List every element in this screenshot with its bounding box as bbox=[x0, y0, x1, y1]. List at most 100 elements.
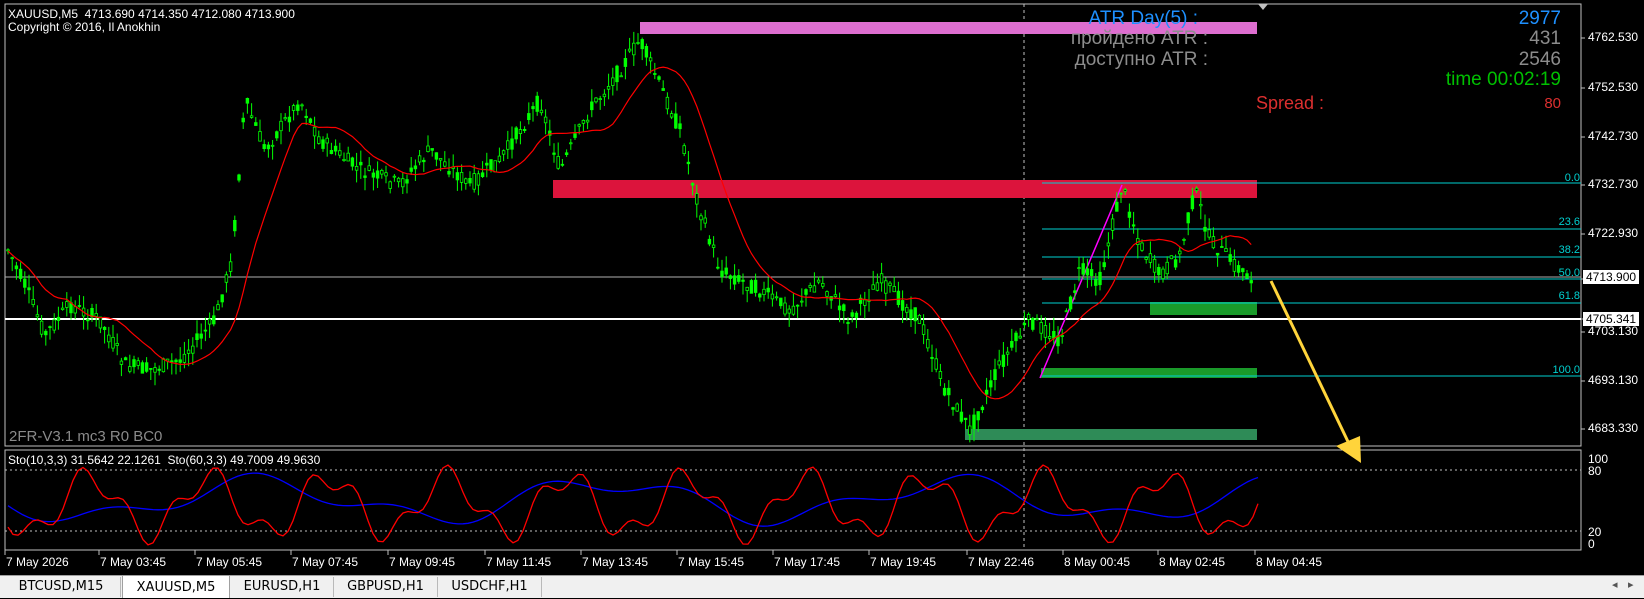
candle bbox=[304, 115, 308, 119]
candle bbox=[1148, 253, 1153, 263]
scroll-left-icon[interactable]: ◂ bbox=[1612, 578, 1618, 591]
tab-btcusd-m15[interactable]: BTCUSD,M15 bbox=[2, 577, 121, 597]
candle bbox=[879, 273, 884, 284]
candle bbox=[590, 101, 594, 111]
candle bbox=[1068, 296, 1073, 310]
candle bbox=[1161, 268, 1165, 280]
fibonacci-retracement[interactable] bbox=[1042, 182, 1581, 377]
time-label: 7 May 13:45 bbox=[582, 555, 649, 569]
candle bbox=[896, 290, 901, 306]
candle bbox=[564, 152, 569, 156]
spread-value: 80 bbox=[1544, 95, 1561, 112]
candle bbox=[18, 268, 23, 279]
candle bbox=[653, 73, 657, 75]
candle bbox=[245, 98, 250, 104]
tab-eurusd-h1[interactable]: EURUSD,H1 bbox=[231, 577, 334, 597]
candle bbox=[98, 316, 103, 329]
candle bbox=[770, 293, 775, 300]
candle bbox=[682, 145, 686, 154]
chart-canvas[interactable] bbox=[0, 0, 1644, 575]
candle bbox=[380, 169, 384, 175]
candle bbox=[934, 358, 938, 370]
time-label: 7 May 07:45 bbox=[292, 555, 359, 569]
candle bbox=[1140, 242, 1144, 251]
candle bbox=[703, 217, 707, 224]
sto-axis-label: 0 bbox=[1588, 537, 1595, 551]
atr-label: ATR Day(5) : bbox=[1088, 8, 1198, 29]
candle bbox=[1144, 257, 1148, 260]
candle bbox=[1165, 261, 1169, 275]
fib-label-38-2: 38.2 bbox=[1558, 244, 1580, 256]
candle bbox=[1224, 248, 1228, 252]
candle bbox=[1098, 271, 1102, 286]
candle bbox=[329, 149, 334, 154]
candle bbox=[854, 312, 859, 319]
candle bbox=[447, 170, 451, 175]
candle bbox=[220, 294, 224, 303]
candle bbox=[779, 297, 783, 307]
candle bbox=[665, 96, 670, 110]
candle bbox=[443, 161, 447, 167]
candle bbox=[489, 159, 493, 171]
candle bbox=[371, 172, 376, 178]
candle bbox=[48, 326, 52, 329]
candle bbox=[1203, 226, 1207, 232]
candle bbox=[1220, 246, 1224, 248]
shift-marker-icon[interactable] bbox=[1258, 4, 1268, 10]
candle bbox=[716, 266, 720, 269]
time-label: 8 May 02:45 bbox=[1159, 555, 1226, 569]
candle bbox=[39, 320, 44, 335]
candle bbox=[317, 136, 321, 144]
scroll-right-icon[interactable]: ▸ bbox=[1628, 578, 1634, 591]
tab-gbpusd-h1[interactable]: GBPUSD,H1 bbox=[334, 577, 438, 597]
candle bbox=[690, 183, 695, 186]
candle bbox=[791, 305, 796, 315]
candle bbox=[199, 333, 203, 339]
candle bbox=[1194, 187, 1199, 192]
candle bbox=[615, 65, 619, 83]
candle bbox=[1190, 195, 1195, 210]
candle bbox=[720, 270, 724, 278]
impulse-trendline[interactable] bbox=[1039, 184, 1123, 379]
candle bbox=[401, 178, 405, 188]
candle bbox=[485, 162, 489, 166]
time-label: 7 May 03:45 bbox=[100, 555, 167, 569]
candle bbox=[212, 315, 216, 325]
candle bbox=[989, 380, 993, 388]
candle bbox=[1052, 330, 1056, 339]
candle bbox=[737, 275, 741, 282]
candle bbox=[44, 330, 48, 336]
candle bbox=[1031, 317, 1035, 330]
candle bbox=[1022, 322, 1027, 326]
candle bbox=[123, 357, 128, 361]
time-label: 8 May 04:45 bbox=[1256, 555, 1323, 569]
candle bbox=[640, 39, 644, 50]
candle bbox=[674, 113, 678, 129]
candle bbox=[342, 158, 346, 161]
projection-arrow[interactable] bbox=[1269, 280, 1361, 463]
candle bbox=[409, 167, 413, 172]
tab-xauusd-m5[interactable]: XAUUSD,M5 bbox=[122, 575, 230, 598]
candle bbox=[808, 284, 812, 288]
candle bbox=[392, 175, 397, 178]
candle bbox=[1152, 258, 1157, 273]
candle bbox=[833, 294, 838, 298]
candle bbox=[258, 131, 262, 142]
candle bbox=[203, 329, 208, 332]
candle bbox=[921, 324, 926, 335]
candle bbox=[1186, 212, 1190, 224]
candle bbox=[111, 336, 115, 349]
candle bbox=[863, 299, 867, 306]
candle bbox=[241, 117, 245, 123]
candle bbox=[1005, 351, 1010, 355]
candle bbox=[951, 407, 955, 410]
price-label: 4732.730 bbox=[1588, 177, 1639, 191]
candle bbox=[1207, 229, 1211, 238]
candle bbox=[787, 308, 791, 314]
expert-advisor-label: 2FR-V3.1 mc3 R0 BC0 bbox=[9, 428, 163, 445]
candle bbox=[333, 145, 338, 152]
candle bbox=[968, 425, 972, 435]
candle bbox=[686, 161, 691, 165]
candle bbox=[728, 275, 733, 279]
tab-usdchf-h1[interactable]: USDCHF,H1 bbox=[438, 577, 542, 597]
